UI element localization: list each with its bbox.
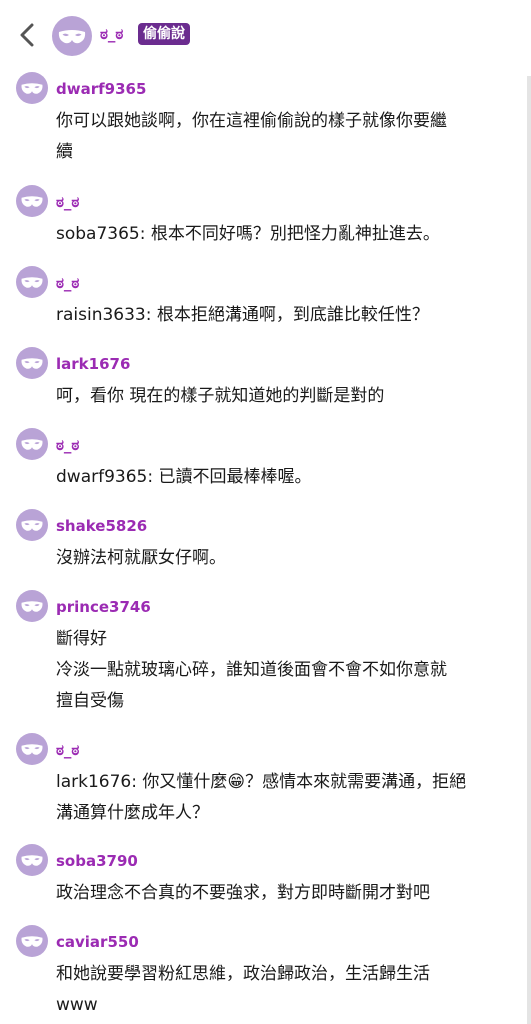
- scrollbar[interactable]: [527, 76, 531, 1024]
- mask-avatar-icon[interactable]: [16, 266, 48, 298]
- comment-line: 和她說要學習粉紅思維，政治歸政治，生活歸生活: [56, 964, 430, 984]
- comment-text: 你可以跟她談啊，你在這裡偷偷說的樣子就像你要繼 續: [56, 106, 506, 168]
- comment-text: 斷得好 冷淡一點就玻璃心碎，誰知道後面會不會不如你意就 擅自受傷: [56, 624, 506, 717]
- comment-text: soba7365: 根本不同好嗎？別把怪力亂神扯進去。: [56, 219, 506, 250]
- mask-avatar-icon[interactable]: [16, 590, 48, 622]
- comment-username[interactable]: dwarf9365: [56, 80, 146, 98]
- back-button[interactable]: [12, 20, 42, 50]
- comment-username[interactable]: ಠ_ಠ: [56, 274, 79, 292]
- comment-username[interactable]: lark1676: [56, 355, 130, 373]
- comment-username[interactable]: caviar550: [56, 933, 139, 951]
- comment-text: 沒辦法柯就厭女仔啊。: [56, 543, 506, 574]
- comment-line: 你可以跟她談啊，你在這裡偷偷說的樣子就像你要繼: [56, 111, 447, 131]
- comment-line: www: [56, 995, 98, 1015]
- comment-text: 政治理念不合真的不要強求，對方即時斷開才對吧: [56, 878, 506, 909]
- mask-avatar-icon[interactable]: [52, 16, 92, 56]
- mask-avatar-icon[interactable]: [16, 185, 48, 217]
- mask-avatar-icon[interactable]: [16, 925, 48, 957]
- board-badge: 偷偷說: [138, 23, 190, 45]
- comment-text: 呵，看你 現在的樣子就知道她的判斷是對的: [56, 381, 506, 412]
- comment-line: 政治理念不合真的不要強求，對方即時斷開才對吧: [56, 883, 430, 903]
- comment-line: 斷得好: [56, 629, 107, 649]
- mask-avatar-icon[interactable]: [16, 844, 48, 876]
- chat-header: ಠ_ಠ 偷偷說: [0, 0, 531, 72]
- comment-line: 續: [56, 142, 73, 162]
- chevron-left-icon: [20, 23, 34, 47]
- mask-avatar-icon[interactable]: [16, 347, 48, 379]
- mask-avatar-icon[interactable]: [16, 733, 48, 765]
- mask-avatar-icon[interactable]: [16, 428, 48, 460]
- chat-title: ಠ_ಠ: [100, 25, 124, 43]
- comment-line: 溝通算什麼成年人？: [56, 803, 209, 823]
- comment-line: soba7365: 根本不同好嗎？別把怪力亂神扯進去。: [56, 224, 440, 244]
- comment-line: 呵，看你 現在的樣子就知道她的判斷是對的: [56, 386, 385, 406]
- mask-avatar-icon[interactable]: [16, 72, 48, 104]
- comment-line: lark1676: 你又懂什麼😁？感情本來就需要溝通，拒絕: [56, 772, 467, 792]
- comment-line: 擅自受傷: [56, 691, 124, 711]
- comment-line: dwarf9365: 已讀不回最棒棒喔。: [56, 467, 312, 487]
- comment-username[interactable]: prince3746: [56, 598, 151, 616]
- comment-username[interactable]: shake5826: [56, 517, 147, 535]
- comment-text: dwarf9365: 已讀不回最棒棒喔。: [56, 462, 506, 493]
- comment-line: raisin3633: 根本拒絕溝通啊，到底誰比較任性？: [56, 305, 429, 325]
- comment-username[interactable]: soba3790: [56, 852, 138, 870]
- comment-line: 冷淡一點就玻璃心碎，誰知道後面會不會不如你意就: [56, 660, 447, 680]
- comment-text: raisin3633: 根本拒絕溝通啊，到底誰比較任性？: [56, 300, 506, 331]
- comment-text: lark1676: 你又懂什麼😁？感情本來就需要溝通，拒絕 溝通算什麼成年人？: [56, 767, 506, 829]
- comment-username[interactable]: ಠ_ಠ: [56, 193, 79, 211]
- mask-avatar-icon[interactable]: [16, 509, 48, 541]
- comment-username[interactable]: ಠ_ಠ: [56, 436, 79, 454]
- comment-line: 沒辦法柯就厭女仔啊。: [56, 548, 226, 568]
- comment-username[interactable]: ಠ_ಠ: [56, 741, 79, 759]
- comment-text: 和她說要學習粉紅思維，政治歸政治，生活歸生活 www: [56, 959, 506, 1021]
